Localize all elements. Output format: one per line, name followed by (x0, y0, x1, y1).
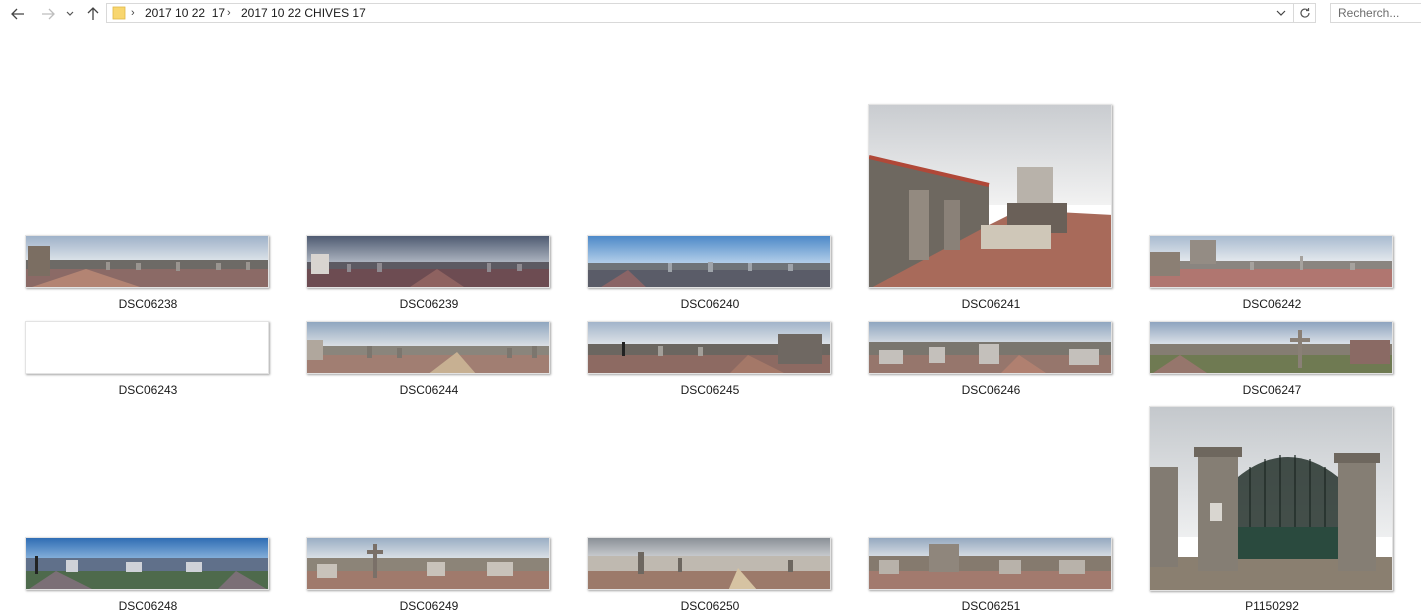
file-thumbnail (868, 321, 1112, 374)
file-item[interactable]: DSC06250 (587, 537, 833, 614)
file-item[interactable]: DSC06249 (306, 537, 552, 614)
file-name: DSC06242 (1242, 297, 1302, 311)
file-thumbnail (1149, 235, 1393, 288)
file-item[interactable]: DSC06247 (1149, 321, 1395, 401)
file-thumbnail (306, 235, 550, 288)
file-name: DSC06249 (399, 599, 459, 613)
back-button[interactable] (8, 4, 28, 24)
forward-button[interactable] (38, 4, 58, 24)
breadcrumb-separator[interactable]: › (227, 7, 231, 19)
file-name: DSC06240 (680, 297, 740, 311)
file-thumbnail (1149, 321, 1393, 374)
file-name: P1150292 (1245, 599, 1299, 613)
file-item[interactable]: DSC06246 (868, 321, 1114, 401)
file-thumbnail (868, 537, 1112, 590)
file-thumbnail (1149, 406, 1393, 591)
file-thumbnail (587, 235, 831, 288)
recent-locations-button[interactable] (62, 4, 78, 24)
arrow-left-icon (11, 8, 24, 20)
file-name: DSC06246 (961, 383, 1021, 397)
file-item[interactable]: DSC06248 (25, 537, 271, 614)
file-item[interactable]: DSC06251 (868, 537, 1114, 614)
file-item[interactable]: DSC06243 (25, 321, 271, 401)
chevron-down-icon (1276, 10, 1286, 16)
file-item[interactable]: DSC06239 (306, 235, 552, 315)
search-input[interactable]: Recherch... (1330, 3, 1421, 23)
address-bar[interactable]: › 2017 10 22 17 › 2017 10 22 CHIVES 17 (106, 3, 1316, 23)
file-name: DSC06251 (961, 599, 1021, 613)
file-name: DSC06243 (118, 383, 178, 397)
file-item[interactable]: DSC06242 (1149, 235, 1395, 315)
up-button[interactable] (83, 4, 103, 24)
file-name: DSC06238 (118, 297, 178, 311)
chevron-down-icon (66, 11, 74, 16)
file-thumbnail (587, 321, 831, 374)
file-item[interactable]: P1150292 (1149, 406, 1395, 614)
file-thumbnail (25, 235, 269, 288)
file-item[interactable]: DSC06245 (587, 321, 833, 401)
file-name: DSC06245 (680, 383, 740, 397)
file-thumbnail (587, 537, 831, 590)
file-name: DSC06239 (399, 297, 459, 311)
breadcrumb-item[interactable]: 2017 10 22 17 (145, 6, 225, 20)
arrow-right-icon (42, 8, 55, 20)
file-item[interactable]: DSC06241 (868, 104, 1114, 315)
refresh-button[interactable] (1293, 3, 1315, 23)
file-thumbnail (306, 321, 550, 374)
arrow-up-icon (87, 7, 99, 20)
file-thumbnail (25, 321, 269, 374)
file-thumbnail (306, 537, 550, 590)
file-name: DSC06241 (961, 297, 1021, 311)
search-placeholder: Recherch... (1338, 6, 1400, 20)
file-item[interactable]: DSC06240 (587, 235, 833, 315)
navigation-bar: › 2017 10 22 17 › 2017 10 22 CHIVES 17 R… (0, 0, 1421, 28)
breadcrumb-item[interactable]: 2017 10 22 CHIVES 17 (241, 6, 366, 20)
file-name: DSC06248 (118, 599, 178, 613)
folder-icon (112, 6, 126, 20)
file-name: DSC06244 (399, 383, 459, 397)
file-name: DSC06250 (680, 599, 740, 613)
address-dropdown-button[interactable] (1273, 5, 1289, 21)
file-thumbnail (25, 537, 269, 590)
file-item[interactable]: DSC06238 (25, 235, 271, 315)
breadcrumb-separator[interactable]: › (131, 7, 135, 19)
file-thumbnail (868, 104, 1112, 288)
file-item[interactable]: DSC06244 (306, 321, 552, 401)
refresh-icon (1299, 8, 1310, 18)
file-name: DSC06247 (1242, 383, 1302, 397)
